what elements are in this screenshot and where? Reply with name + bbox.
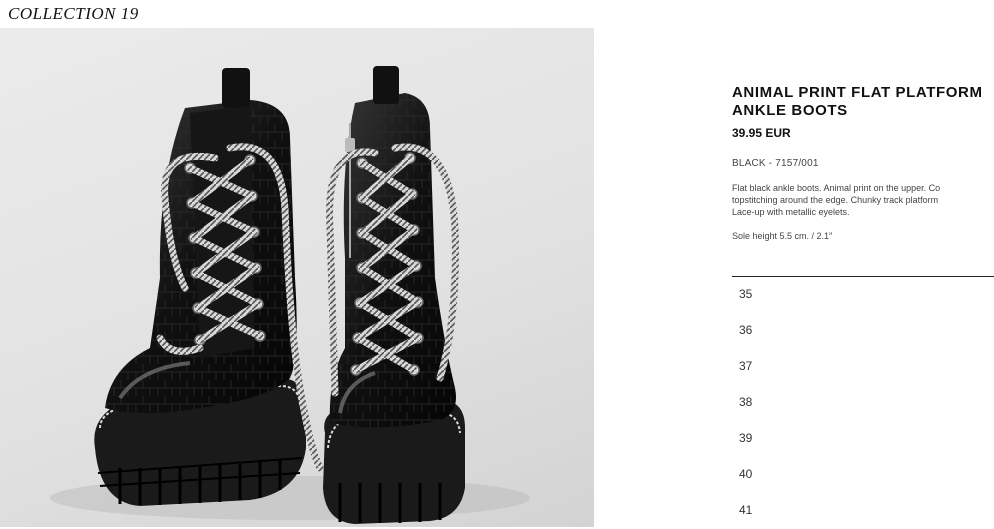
left-boot: [94, 68, 324, 506]
size-option[interactable]: 40: [732, 457, 994, 493]
size-option[interactable]: 41: [732, 493, 994, 529]
product-price: 39.95 EUR: [732, 126, 791, 140]
sole-height: Sole height 5.5 cm. / 2.1″: [732, 231, 833, 241]
product-description: Flat black ankle boots. Animal print on …: [732, 183, 941, 217]
size-option[interactable]: 35: [732, 277, 994, 313]
size-option[interactable]: 39: [732, 421, 994, 457]
product-image[interactable]: [0, 28, 594, 527]
size-option[interactable]: 38: [732, 385, 994, 421]
size-option[interactable]: 37: [732, 349, 994, 385]
size-selector: 35 36 37 38 39 40 41: [732, 277, 994, 529]
product-color-reference: BLACK - 7157/001: [732, 158, 819, 169]
product-info: ANIMAL PRINT FLAT PLATFORM ANKLE BOOTS 3…: [732, 84, 994, 241]
collection-label: COLLECTION 19: [8, 4, 139, 23]
product-title: ANIMAL PRINT FLAT PLATFORM ANKLE BOOTS: [732, 84, 983, 119]
right-boot: [323, 66, 465, 524]
size-option[interactable]: 36: [732, 313, 994, 349]
